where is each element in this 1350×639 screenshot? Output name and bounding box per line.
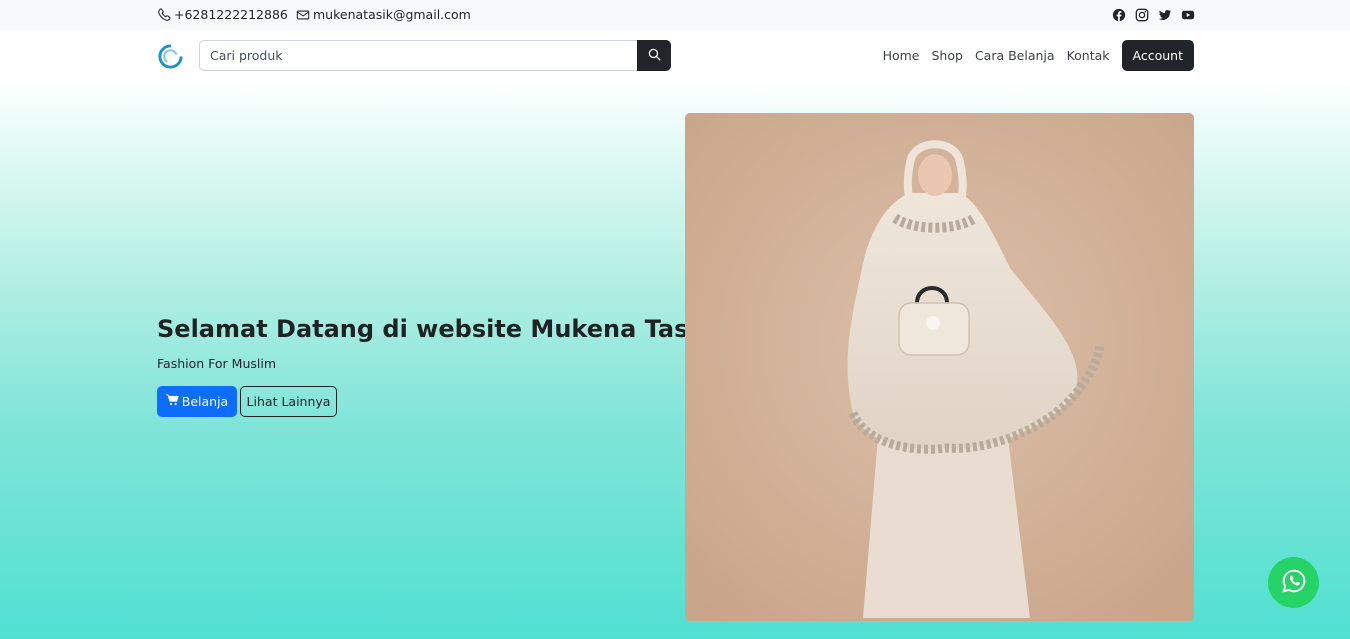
search-button[interactable] (637, 40, 671, 71)
cart-icon (165, 394, 179, 409)
nav-cara-belanja[interactable]: Cara Belanja (975, 40, 1055, 71)
envelope-icon (296, 8, 310, 22)
hero-section: Selamat Datang di website Mukena Tasik F… (0, 82, 1350, 639)
phone-number: +6281222212886 (174, 7, 288, 22)
search-input[interactable] (199, 40, 637, 71)
youtube-icon[interactable] (1181, 7, 1195, 21)
phone-icon (157, 7, 171, 22)
email-contact[interactable]: mukenatasik@gmail.com (296, 7, 471, 22)
store-logo-icon[interactable] (157, 43, 184, 70)
account-button[interactable]: Account (1121, 40, 1194, 71)
hero-tagline: Fashion For Muslim (157, 356, 277, 371)
twitter-icon[interactable] (1158, 7, 1172, 21)
nav-shop[interactable]: Shop (931, 40, 962, 71)
nav-menu: Home Shop Cara Belanja Kontak Account (871, 40, 1194, 71)
phone-contact[interactable]: +6281222212886 (157, 7, 288, 22)
hero-product-image (685, 113, 1194, 621)
search-bar (199, 40, 671, 71)
facebook-icon[interactable] (1112, 7, 1126, 22)
social-links (1112, 7, 1195, 22)
whatsapp-icon (1281, 568, 1307, 598)
instagram-icon[interactable] (1135, 7, 1149, 22)
whatsapp-button[interactable] (1268, 557, 1319, 608)
shop-button[interactable]: Belanja (157, 386, 237, 417)
shop-button-label: Belanja (181, 394, 229, 409)
search-icon (648, 48, 661, 64)
email-address: mukenatasik@gmail.com (313, 7, 471, 22)
top-bar: +6281222212886 mukenatasik@gmail.com (0, 0, 1350, 30)
nav-home[interactable]: Home (883, 40, 920, 71)
see-more-button[interactable]: Lihat Lainnya (240, 386, 337, 417)
hero-title: Selamat Datang di website Mukena Tasik (157, 315, 713, 343)
nav-kontak[interactable]: Kontak (1067, 40, 1110, 71)
navbar: Home Shop Cara Belanja Kontak Account (0, 30, 1350, 82)
